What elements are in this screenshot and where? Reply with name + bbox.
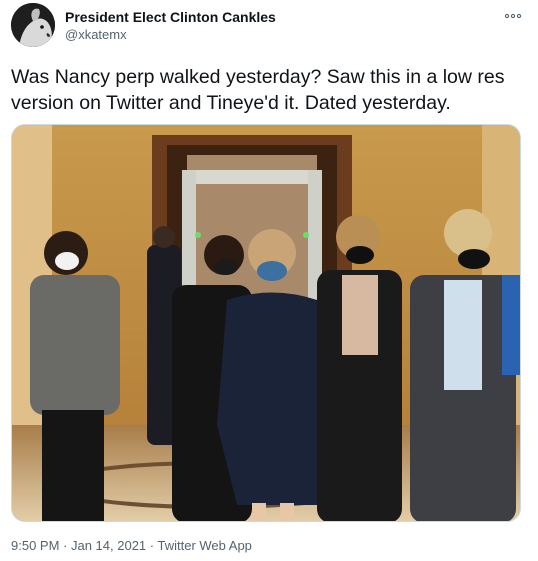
tweet-source[interactable]: Twitter Web App	[158, 538, 252, 553]
tweet-photo[interactable]	[11, 124, 521, 522]
tweet-date[interactable]: Jan 14, 2021	[71, 538, 146, 553]
tweet-time[interactable]: 9:50 PM	[11, 538, 59, 553]
avatar[interactable]	[11, 3, 55, 47]
tweet-meta: 9:50 PM · Jan 14, 2021 · Twitter Web App	[11, 538, 252, 553]
user-handle[interactable]: @xkatemx	[65, 27, 127, 42]
display-name[interactable]: President Elect Clinton Cankles	[65, 9, 276, 25]
tweet-text-line-2: version on Twitter and Tineye'd it. Date…	[11, 92, 451, 114]
tweet-text: Was Nancy perp walked yesterday? Saw thi…	[11, 64, 531, 116]
more-horizontal-icon[interactable]	[504, 8, 522, 22]
meta-separator: ·	[59, 538, 71, 553]
tweet: President Elect Clinton Cankles @xkatemx…	[0, 0, 538, 561]
capitol-hallway-photo	[12, 125, 520, 521]
meta-separator: ·	[146, 538, 158, 553]
tweet-text-line-1: Was Nancy perp walked yesterday? Saw thi…	[11, 66, 505, 88]
dog-avatar-image	[11, 3, 55, 47]
